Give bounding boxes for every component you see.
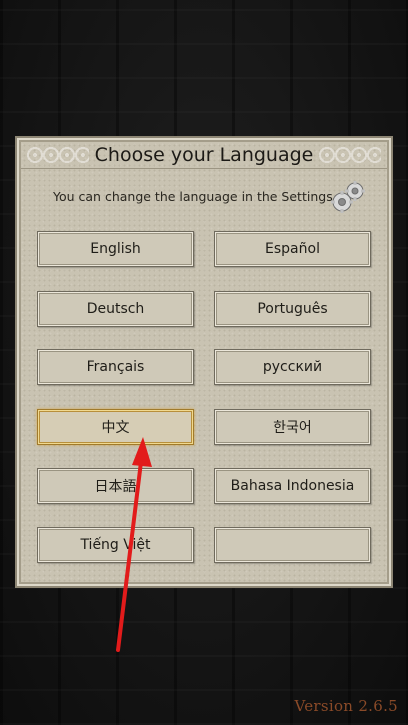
dialog-header: Choose your Language xyxy=(21,142,387,169)
language-button-vietnamese[interactable]: Tiếng Việt xyxy=(37,527,194,563)
language-button-russian[interactable]: русский xyxy=(214,349,371,385)
language-button-chinese[interactable]: 中文 xyxy=(37,409,194,445)
language-button-indonesian[interactable]: Bahasa Indonesia xyxy=(214,468,371,504)
language-button-spanish[interactable]: Español xyxy=(214,231,371,267)
language-button-japanese[interactable]: 日本語 xyxy=(37,468,194,504)
language-button-french[interactable]: Français xyxy=(37,349,194,385)
language-button-empty[interactable] xyxy=(214,527,371,563)
gears-icon xyxy=(331,181,365,213)
dialog-title: Choose your Language xyxy=(94,144,314,166)
language-button-portuguese[interactable]: Português xyxy=(214,291,371,327)
version-label: Version 2.6.5 xyxy=(294,697,398,715)
language-button-german[interactable]: Deutsch xyxy=(37,291,194,327)
language-dialog: Choose your Language You can change the … xyxy=(15,136,393,588)
language-button-korean[interactable]: 한국어 xyxy=(214,409,371,445)
settings-hint: You can change the language in the Setti… xyxy=(53,189,337,204)
language-button-english[interactable]: English xyxy=(37,231,194,267)
